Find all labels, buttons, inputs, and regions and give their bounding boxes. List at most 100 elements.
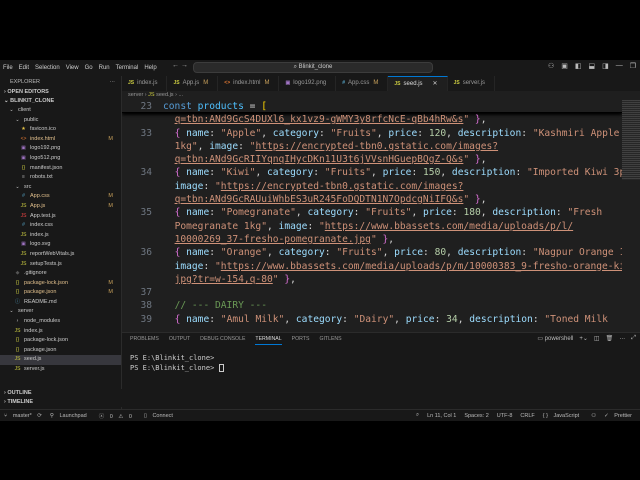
- project-root[interactable]: ⌄ BLINKIT_CLONE: [0, 97, 121, 106]
- tree-item[interactable]: ▣ logo192.png: [0, 144, 121, 154]
- tree-item[interactable]: ⌄ public: [0, 116, 121, 126]
- encoding[interactable]: UTF-8: [497, 413, 513, 419]
- prettier[interactable]: ✓ Prettier: [604, 413, 636, 419]
- copilot-icon[interactable]: ⚇: [548, 62, 554, 70]
- tree-item[interactable]: {} manifest.json: [0, 164, 121, 174]
- tree-item[interactable]: ≡ robots.txt: [0, 173, 121, 183]
- tab-debug-console[interactable]: DEBUG CONSOLE: [200, 333, 245, 345]
- menu-go[interactable]: Go: [85, 65, 93, 71]
- tab-terminal[interactable]: TERMINAL: [255, 333, 282, 345]
- img-icon: ▣: [21, 241, 26, 248]
- copilot-status-icon[interactable]: ⚇: [591, 413, 596, 419]
- indentation[interactable]: Spaces: 2: [464, 413, 488, 419]
- restore-icon[interactable]: ❐: [630, 62, 636, 70]
- menu-run[interactable]: Run: [99, 65, 110, 71]
- toggle-sidebar-icon[interactable]: ◧: [575, 62, 582, 70]
- menu-file[interactable]: File: [3, 65, 13, 71]
- open-editors-section[interactable]: › OPEN EDITORS: [0, 88, 121, 97]
- tree-item[interactable]: ▣ logo.svg: [0, 240, 121, 250]
- launchpad[interactable]: ⚲ Launchpad: [50, 413, 91, 419]
- menu-help[interactable]: Help: [144, 65, 156, 71]
- tree-item[interactable]: {} package.json: [0, 346, 121, 356]
- tab-label: server.js: [462, 80, 486, 86]
- folder-icon: ⌄: [9, 308, 14, 315]
- tab-seed.js[interactable]: JS seed.js ✕: [388, 76, 448, 91]
- outline-section[interactable]: › OUTLINE: [0, 389, 122, 398]
- terminal-output[interactable]: PS E:\Blinkit_clone> PS E:\Blinkit_clone…: [122, 345, 640, 373]
- tree-item[interactable]: ▣ logo512.png: [0, 154, 121, 164]
- tab-problems[interactable]: PROBLEMS: [130, 333, 159, 345]
- menu-edit[interactable]: Edit: [19, 65, 29, 71]
- tab-ports[interactable]: PORTS: [292, 333, 310, 345]
- command-center-search[interactable]: ⌕ Blinkit_clone: [193, 62, 433, 73]
- breadcrumb-symbol[interactable]: ...: [178, 92, 183, 98]
- tab-server.js[interactable]: JS server.js: [448, 76, 496, 91]
- tree-item[interactable]: # index.css: [0, 221, 121, 231]
- code-token: ,: [255, 167, 268, 179]
- tree-item[interactable]: ⓘ README.md: [0, 298, 121, 308]
- tree-item[interactable]: {} package.json M: [0, 288, 121, 298]
- tree-item[interactable]: {} package-lock.json M: [0, 279, 121, 289]
- tree-item[interactable]: JS setupTests.js: [0, 260, 121, 270]
- maximize-icon[interactable]: ⤢: [631, 335, 636, 342]
- tab-index.html[interactable]: <> index.html M: [218, 76, 280, 91]
- language-mode[interactable]: { } JavaScript: [543, 413, 583, 419]
- tree-item[interactable]: <> index.html M: [0, 135, 121, 145]
- code-token: ,: [382, 247, 395, 259]
- tree-item-label: reportWebVitals.js: [30, 250, 75, 257]
- tree-item[interactable]: {} package-lock.json: [0, 336, 121, 346]
- new-terminal-icon[interactable]: +⌄: [579, 335, 588, 342]
- tab-label: App.css: [348, 80, 370, 86]
- connect[interactable]: ▯ Connect: [144, 413, 177, 419]
- tree-item[interactable]: JS App.test.js: [0, 212, 121, 222]
- branch[interactable]: ⑂ master* ⟳: [4, 413, 42, 419]
- folder-closed-icon: ›: [16, 318, 19, 325]
- code-token: ,: [295, 207, 308, 219]
- tab-output[interactable]: OUTPUT: [169, 333, 190, 345]
- breadcrumb-file[interactable]: seed.js: [156, 92, 173, 98]
- tree-item[interactable]: ◆ .gitignore: [0, 269, 121, 279]
- modified-badge: M: [108, 289, 113, 296]
- problems[interactable]: ⓧ 0 ⚠ 0: [99, 412, 136, 420]
- breadcrumb-folder[interactable]: server: [128, 92, 143, 98]
- modified-badge: M: [264, 80, 270, 86]
- line-ending[interactable]: CRLF: [520, 413, 534, 419]
- minimap[interactable]: [622, 100, 640, 180]
- tab-App.css[interactable]: # App.css M: [336, 76, 389, 91]
- trash-icon[interactable]: 🗑: [606, 335, 614, 342]
- tree-item[interactable]: › node_modules: [0, 317, 121, 327]
- tree-item[interactable]: ⌄ server: [0, 307, 121, 317]
- toggle-panel-icon[interactable]: ⬓: [588, 62, 595, 70]
- tree-item[interactable]: ⌄ src: [0, 183, 121, 193]
- nav-arrows[interactable]: ← →: [172, 62, 188, 69]
- tree-item[interactable]: ★ favicon.ico: [0, 125, 121, 135]
- close-icon[interactable]: ✕: [433, 81, 438, 87]
- tree-item[interactable]: # App.css M: [0, 192, 121, 202]
- code-editor[interactable]: 23 const products = [ q=tbn:ANd9GcS4DUXl6…: [122, 100, 622, 332]
- layout-icon[interactable]: ▣: [561, 62, 568, 70]
- code-token: :: [307, 220, 319, 232]
- menu-view[interactable]: View: [66, 65, 79, 71]
- tree-item[interactable]: ⌄ client: [0, 106, 121, 116]
- cursor-position[interactable]: Ln 11, Col 1: [427, 413, 456, 419]
- tree-item[interactable]: JS App.js M: [0, 202, 121, 212]
- more-icon[interactable]: …: [619, 335, 625, 342]
- tab-logo192.png[interactable]: ▣ logo192.png: [279, 76, 337, 91]
- more-actions-icon[interactable]: ···: [110, 76, 116, 88]
- menu-selection[interactable]: Selection: [35, 65, 60, 71]
- tab-index.js[interactable]: JS index.js: [122, 76, 168, 91]
- tree-item[interactable]: JS seed.js: [0, 355, 121, 366]
- terminal-shell[interactable]: ▭ powershell: [537, 335, 573, 342]
- tree-item[interactable]: JS reportWebVitals.js: [0, 250, 121, 260]
- split-terminal-icon[interactable]: ◫: [594, 335, 600, 342]
- tab-gitlens[interactable]: GITLENS: [319, 333, 341, 345]
- tree-item[interactable]: JS server.js: [0, 365, 121, 375]
- minimize-icon[interactable]: —: [616, 62, 623, 70]
- tab-App.js[interactable]: JS App.js M: [167, 76, 219, 91]
- tree-item[interactable]: JS index.js: [0, 231, 121, 241]
- tree-item[interactable]: JS index.js: [0, 327, 121, 337]
- menu-terminal[interactable]: Terminal: [116, 65, 139, 71]
- timeline-section[interactable]: › TIMELINE: [0, 398, 122, 407]
- zoom-icon[interactable]: ⌕: [416, 412, 419, 419]
- toggle-secondary-icon[interactable]: ◨: [602, 62, 609, 70]
